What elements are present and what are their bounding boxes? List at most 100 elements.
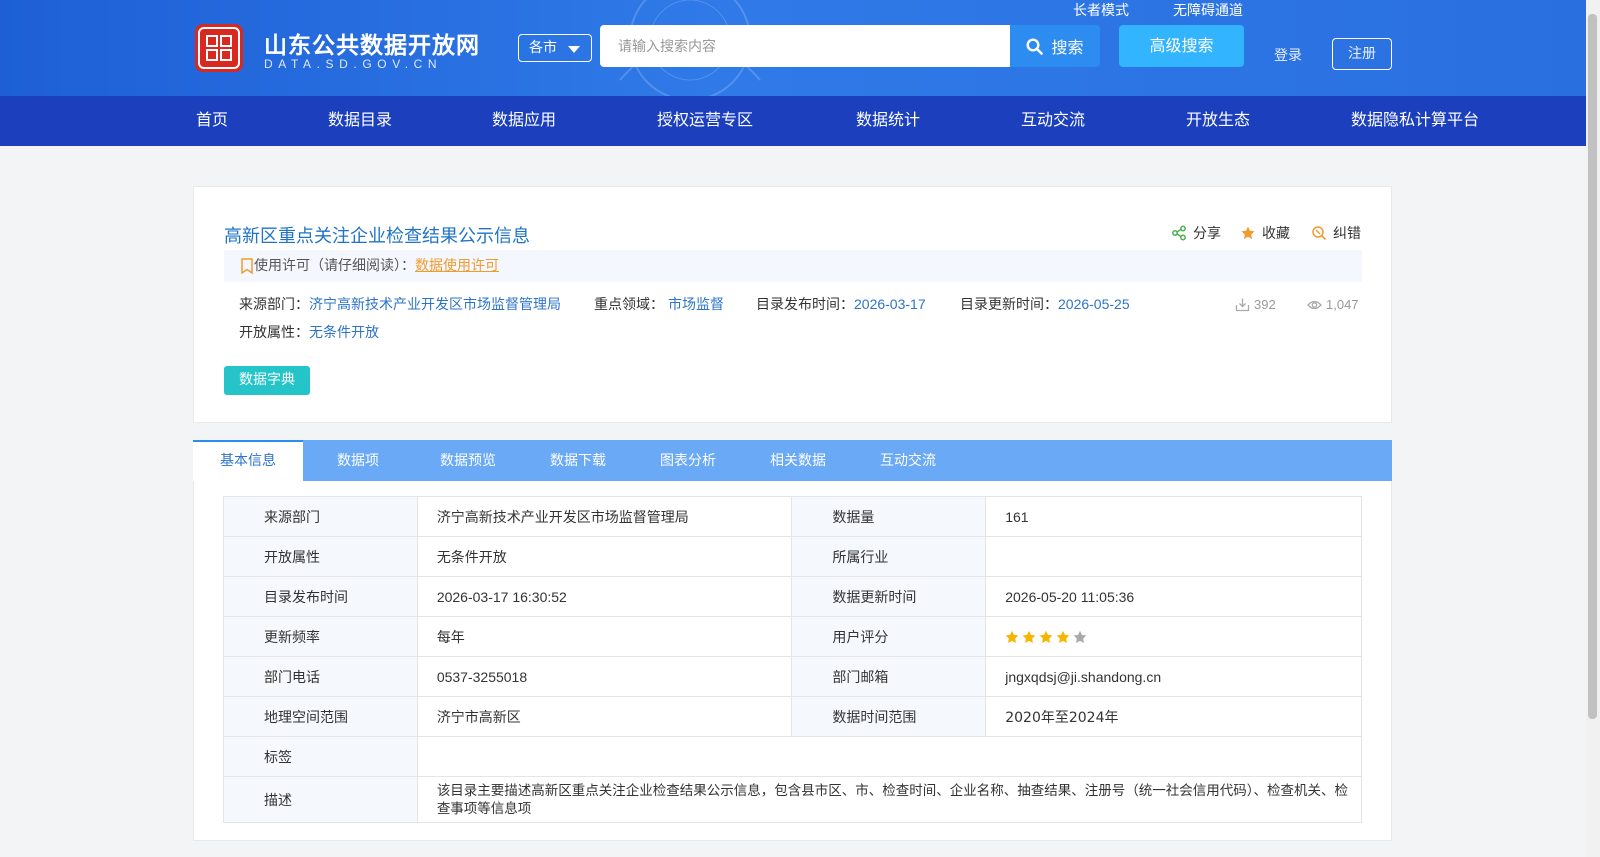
tab-data-items[interactable]: 数据项 xyxy=(303,440,413,481)
info-value: 该目录主要描述高新区重点关注企业检查结果公示信息，包含县市区、市、检查时间、企业… xyxy=(416,776,1363,823)
dataset-title: 高新区重点关注企业检查结果公示信息 xyxy=(224,226,530,247)
share-label: 分享 xyxy=(1193,226,1221,242)
nav-statistics[interactable]: 数据统计 xyxy=(856,96,920,146)
correct-error-button[interactable]: 纠错 xyxy=(1311,223,1361,243)
tab-data-download[interactable]: 数据下载 xyxy=(523,440,633,481)
logo[interactable] xyxy=(193,22,245,74)
download-count: 392 xyxy=(1235,297,1276,312)
info-key: 数据量 xyxy=(791,496,987,537)
elder-mode-link[interactable]: 长者模式 xyxy=(1073,0,1129,20)
favorite-label: 收藏 xyxy=(1262,226,1290,242)
license-label: 使用许可（请仔细阅读）： xyxy=(254,258,415,274)
download-icon xyxy=(1235,298,1250,312)
search-input[interactable] xyxy=(600,25,1010,67)
table-row: 标签 xyxy=(223,736,1363,777)
data-dictionary-button[interactable]: 数据字典 xyxy=(224,366,310,395)
info-value: 2026-03-17 16:30:52 xyxy=(416,576,793,617)
info-value: 0537-3255018 xyxy=(416,656,793,697)
dataset-summary-panel: 高新区重点关注企业检查结果公示信息 分享 收藏 纠错 使用许可（请仔细阅读）：数… xyxy=(193,186,1392,423)
download-count-value: 392 xyxy=(1254,297,1276,312)
info-key: 标签 xyxy=(223,736,418,777)
nav-home[interactable]: 首页 xyxy=(196,96,228,146)
search-button-label: 搜索 xyxy=(1051,38,1084,57)
info-value: jngxqdsj@ji.shandong.cn xyxy=(985,656,1362,697)
favorite-button[interactable]: 收藏 xyxy=(1240,223,1290,243)
user-rating[interactable] xyxy=(985,616,1362,657)
info-value: 2020年至2024年 xyxy=(985,696,1362,737)
publish-time-label: 目录发布时间： xyxy=(756,297,854,313)
update-time-value: 2026-05-25 xyxy=(1058,296,1130,312)
chevron-down-icon xyxy=(568,46,580,53)
magnifier-error-icon xyxy=(1312,226,1327,241)
info-key: 更新频率 xyxy=(223,616,418,657)
nav-data-catalog[interactable]: 数据目录 xyxy=(328,96,392,146)
eye-icon xyxy=(1307,300,1322,310)
seal-logo-icon xyxy=(195,24,243,72)
open-attribute-value[interactable]: 无条件开放 xyxy=(309,325,379,341)
register-button[interactable]: 注册 xyxy=(1332,38,1392,70)
nav-ecosystem[interactable]: 开放生态 xyxy=(1186,96,1250,146)
table-row: 更新频率 每年 用户评分 xyxy=(223,616,1362,657)
tab-data-preview[interactable]: 数据预览 xyxy=(413,440,523,481)
info-key: 描述 xyxy=(223,776,418,823)
star-filled-icon[interactable] xyxy=(1005,630,1019,644)
info-key: 所属行业 xyxy=(791,536,987,577)
info-value xyxy=(985,536,1362,577)
table-row: 目录发布时间 2026-03-17 16:30:52 数据更新时间 2026-0… xyxy=(223,576,1362,617)
star-filled-icon[interactable] xyxy=(1039,630,1053,644)
login-link[interactable]: 登录 xyxy=(1274,45,1302,65)
star-filled-icon[interactable] xyxy=(1056,630,1070,644)
view-count-value: 1,047 xyxy=(1326,297,1359,312)
city-select[interactable]: 各市 xyxy=(518,34,592,62)
table-row: 开放属性 无条件开放 所属行业 xyxy=(223,536,1362,577)
nav-privacy-computing[interactable]: 数据隐私计算平台 xyxy=(1351,96,1479,146)
site-subtitle: DATA.SD.GOV.CN xyxy=(264,57,443,71)
share-button[interactable]: 分享 xyxy=(1171,223,1221,243)
table-row: 描述 该目录主要描述高新区重点关注企业检查结果公示信息，包含县市区、市、检查时间… xyxy=(223,776,1363,823)
publish-time: 目录发布时间：2026-03-17 xyxy=(756,294,926,314)
main-nav: 首页 数据目录 数据应用 授权运营专区 数据统计 互动交流 开放生态 数据隐私计… xyxy=(0,96,1586,146)
scrollbar[interactable] xyxy=(1586,0,1600,857)
basic-info-table: 来源部门 济宁高新技术产业开发区市场监督管理局 数据量 161 开放属性 无条件… xyxy=(223,496,1363,823)
info-key: 部门电话 xyxy=(223,656,418,697)
accessibility-link[interactable]: 无障碍通道 xyxy=(1173,0,1243,20)
open-attribute-label: 开放属性： xyxy=(239,325,309,341)
publish-time-value: 2026-03-17 xyxy=(854,296,926,312)
view-count: 1,047 xyxy=(1307,297,1359,312)
source-dept: 来源部门：济宁高新技术产业开发区市场监督管理局 xyxy=(239,294,561,314)
tab-related-data[interactable]: 相关数据 xyxy=(743,440,853,481)
source-dept-value[interactable]: 济宁高新技术产业开发区市场监督管理局 xyxy=(309,297,561,313)
header: 山东公共数据开放网 DATA.SD.GOV.CN 各市 搜索 高级搜索 长者模式… xyxy=(0,0,1586,96)
star-empty-icon[interactable] xyxy=(1073,630,1087,644)
source-dept-label: 来源部门： xyxy=(239,297,309,313)
star-filled-icon[interactable] xyxy=(1022,630,1036,644)
update-time-label: 目录更新时间： xyxy=(960,297,1058,313)
license-link[interactable]: 数据使用许可 xyxy=(415,258,499,274)
update-time: 目录更新时间：2026-05-25 xyxy=(960,294,1130,314)
license-bar: 使用许可（请仔细阅读）：数据使用许可 xyxy=(224,250,1362,282)
key-field-label: 重点领域： xyxy=(594,297,664,313)
info-value: 每年 xyxy=(416,616,793,657)
share-icon xyxy=(1172,225,1186,241)
scrollbar-thumb[interactable] xyxy=(1588,14,1597,719)
info-value: 无条件开放 xyxy=(416,536,793,577)
table-row: 来源部门 济宁高新技术产业开发区市场监督管理局 数据量 161 xyxy=(223,496,1362,537)
nav-data-apps[interactable]: 数据应用 xyxy=(492,96,556,146)
search-button[interactable]: 搜索 xyxy=(1010,25,1100,67)
key-field-value[interactable]: 市场监督 xyxy=(664,297,724,313)
search-icon xyxy=(1026,37,1044,55)
nav-interaction[interactable]: 互动交流 xyxy=(1021,96,1085,146)
advanced-search-button[interactable]: 高级搜索 xyxy=(1119,25,1244,67)
info-key: 来源部门 xyxy=(223,496,418,537)
tab-basic-info[interactable]: 基本信息 xyxy=(193,440,303,481)
nav-authorized-ops[interactable]: 授权运营专区 xyxy=(657,96,753,146)
correct-error-label: 纠错 xyxy=(1333,226,1361,242)
tab-interaction[interactable]: 互动交流 xyxy=(853,440,963,481)
bookmark-icon xyxy=(241,258,253,274)
info-value: 济宁市高新区 xyxy=(416,696,793,737)
tab-chart-analysis[interactable]: 图表分析 xyxy=(633,440,743,481)
city-select-value: 各市 xyxy=(529,40,557,56)
info-value: 2026-05-20 11:05:36 xyxy=(985,576,1362,617)
rating-stars[interactable] xyxy=(1005,630,1361,644)
info-key: 开放属性 xyxy=(223,536,418,577)
